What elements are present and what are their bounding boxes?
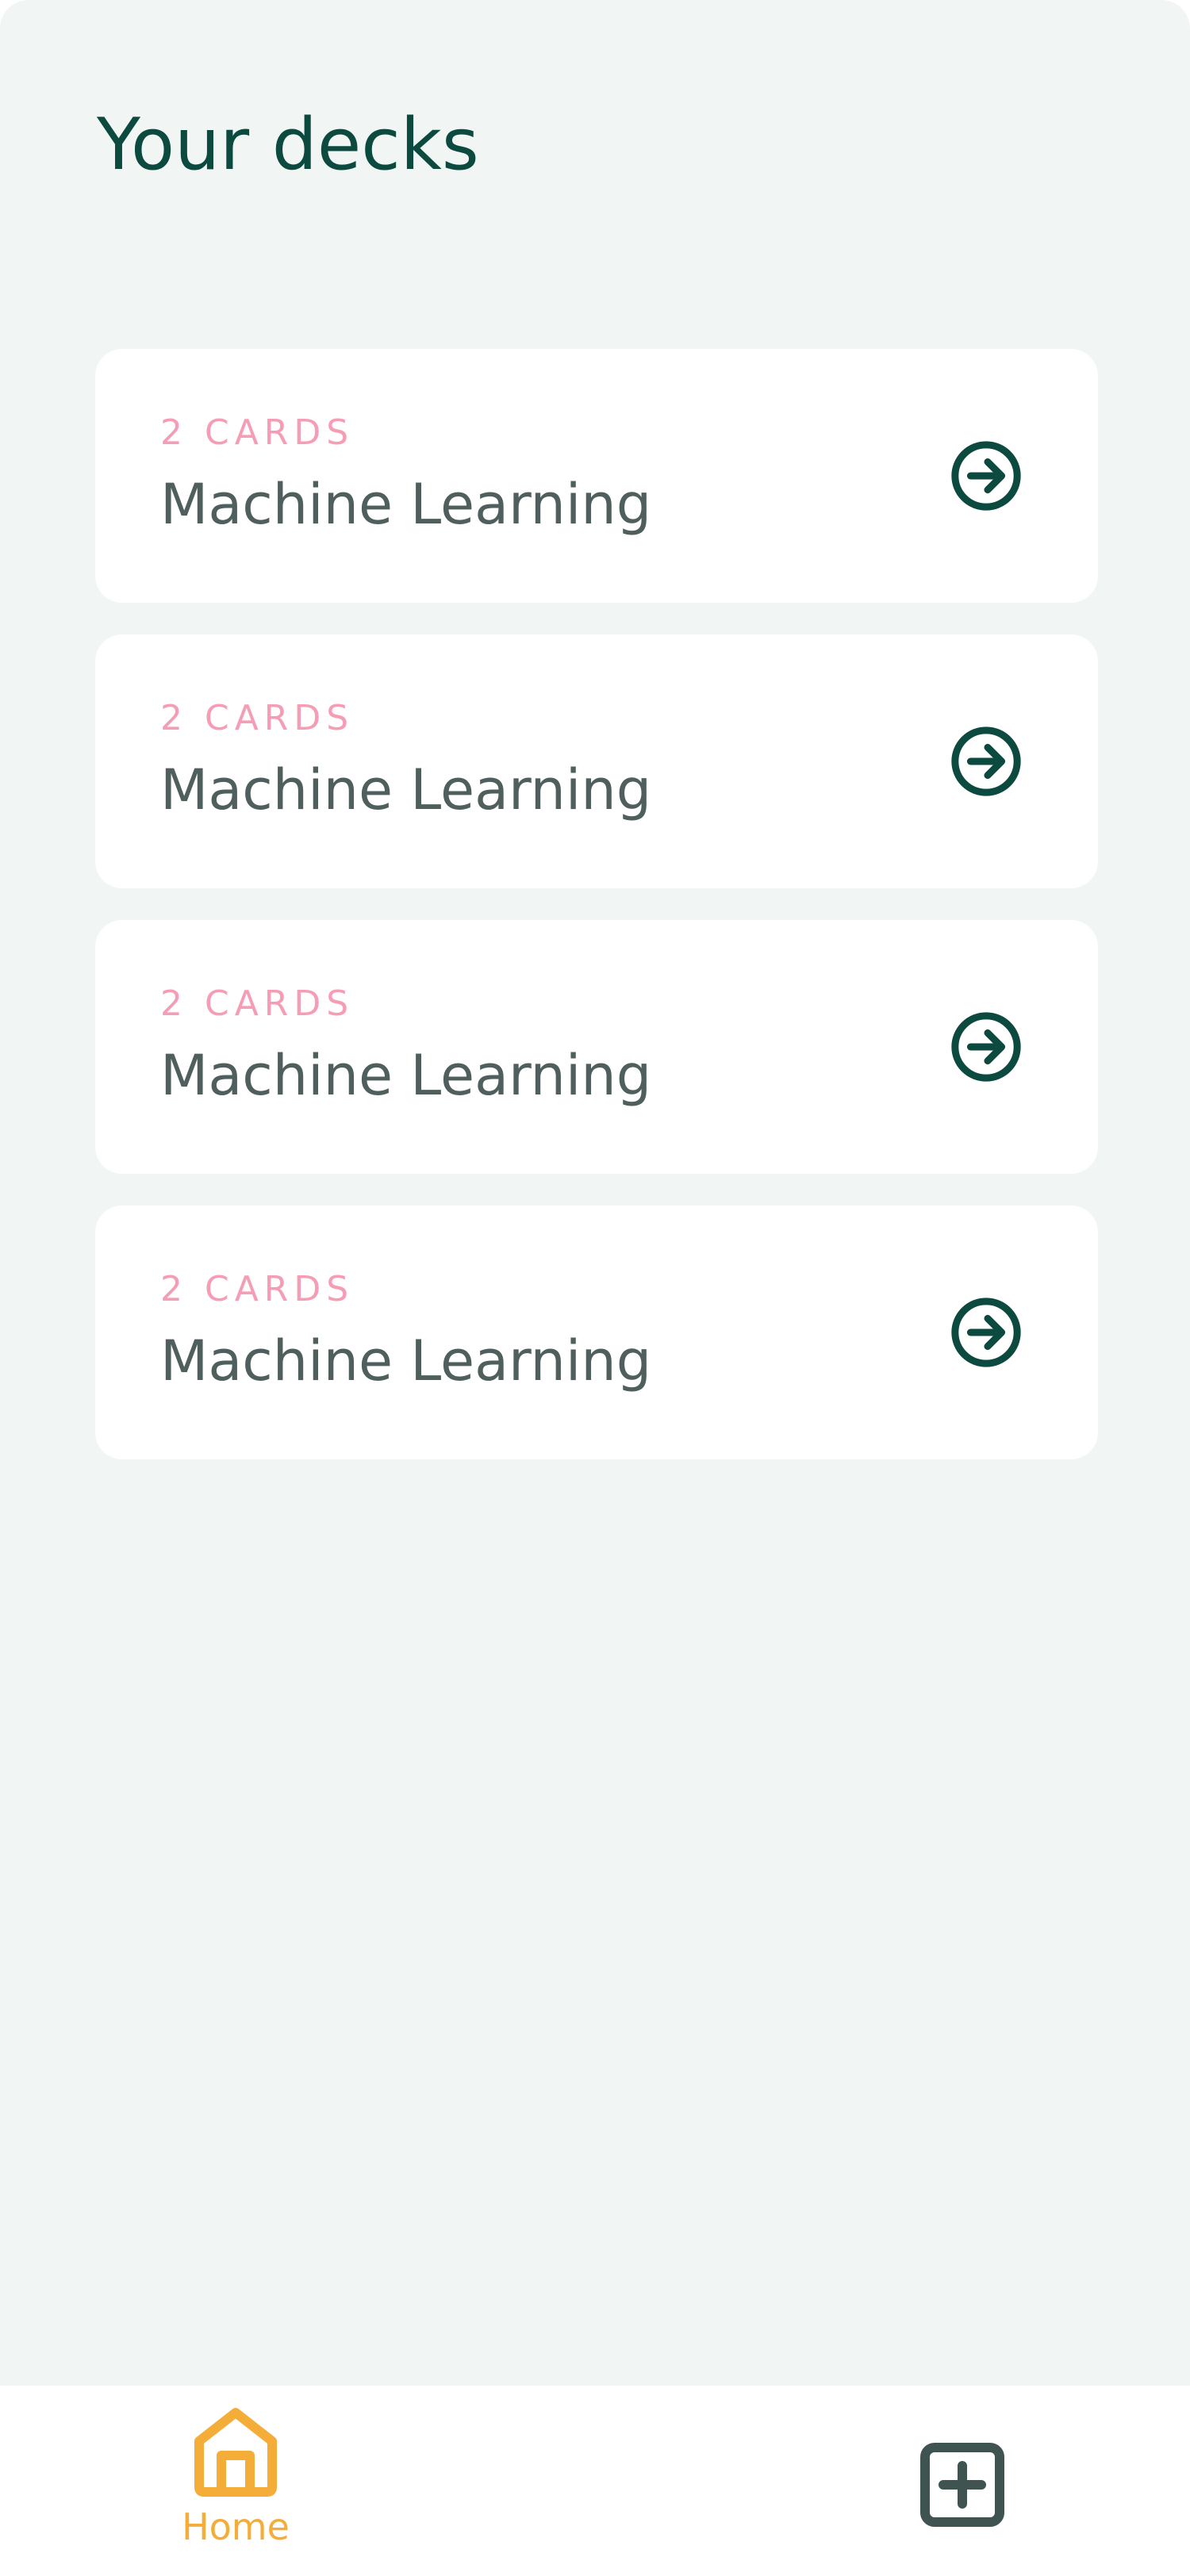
home-icon xyxy=(194,2408,277,2497)
bottom-tab-bar: Home xyxy=(0,2386,1190,2576)
deck-card-name: Machine Learning xyxy=(160,472,652,537)
arrow-circle-right-icon[interactable] xyxy=(949,1295,1023,1370)
deck-card[interactable]: 2 CARDS Machine Learning xyxy=(95,349,1098,603)
deck-card[interactable]: 2 CARDS Machine Learning xyxy=(95,634,1098,888)
deck-card-name: Machine Learning xyxy=(160,1328,652,1393)
arrow-circle-right-icon[interactable] xyxy=(949,724,1023,799)
arrow-circle-right-icon[interactable] xyxy=(949,1010,1023,1084)
deck-card-count: 2 CARDS xyxy=(160,698,355,738)
tab-home[interactable]: Home xyxy=(168,2402,303,2568)
deck-card-name: Machine Learning xyxy=(160,757,652,822)
deck-card[interactable]: 2 CARDS Machine Learning xyxy=(95,1206,1098,1459)
tab-home-label: Home xyxy=(182,2505,290,2548)
deck-card-count: 2 CARDS xyxy=(160,1269,355,1309)
deck-card[interactable]: 2 CARDS Machine Learning xyxy=(95,920,1098,1174)
plus-square-icon xyxy=(920,2443,1004,2527)
deck-card-count: 2 CARDS xyxy=(160,983,355,1024)
arrow-circle-right-icon[interactable] xyxy=(949,439,1023,513)
deck-card-name: Machine Learning xyxy=(160,1043,652,1108)
deck-card-count: 2 CARDS xyxy=(160,412,355,453)
tab-add[interactable] xyxy=(919,2441,1006,2528)
page-title: Your decks xyxy=(97,103,479,186)
app-screen: Your decks 2 CARDS Machine Learning 2 CA… xyxy=(0,0,1190,2576)
deck-list: 2 CARDS Machine Learning 2 CARDS Machine… xyxy=(95,349,1098,1491)
